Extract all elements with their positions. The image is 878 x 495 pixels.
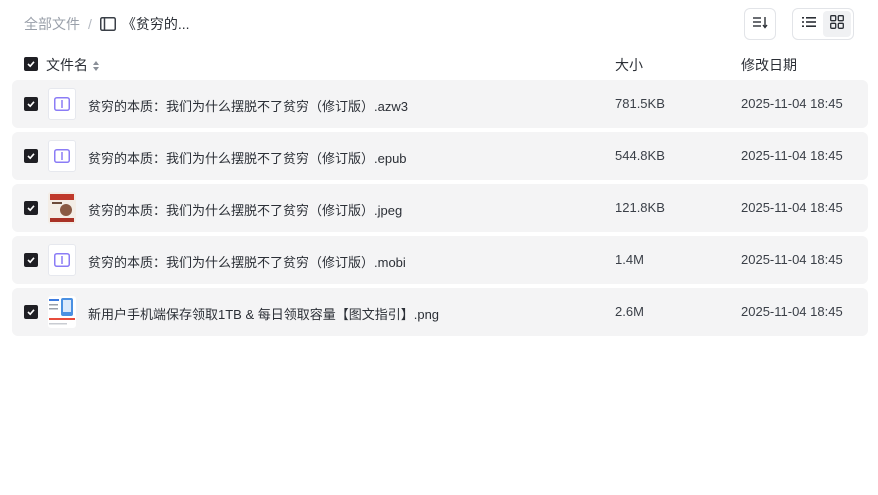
file-name[interactable]: 贫穷的本质：我们为什么摆脱不了贫穷（修订版）.mobi <box>88 252 406 271</box>
file-name[interactable]: 贫穷的本质：我们为什么摆脱不了贫穷（修订版）.epub <box>88 148 407 167</box>
file-size: 781.5KB <box>615 96 665 111</box>
breadcrumb-current: 《贫穷的... <box>121 16 190 32</box>
file-name[interactable]: 贫穷的本质：我们为什么摆脱不了贫穷（修订版）.azw3 <box>88 96 408 115</box>
list-view-icon <box>802 15 816 33</box>
select-all-checkbox[interactable] <box>24 57 38 71</box>
view-toggle <box>792 8 854 40</box>
sort-lines-icon <box>752 15 768 34</box>
file-name[interactable]: 新用户手机端保存领取1TB & 每日领取容量【图文指引】.png <box>88 304 439 323</box>
column-size-header[interactable]: 大小 <box>615 55 643 75</box>
breadcrumb-separator: / <box>88 16 92 32</box>
image-thumbnail <box>48 192 76 224</box>
table-row[interactable]: 贫穷的本质：我们为什么摆脱不了贫穷（修订版）.epub 544.8KB 2025… <box>12 132 868 180</box>
column-name-header[interactable]: 文件名 <box>46 55 100 75</box>
table-row[interactable]: 贫穷的本质：我们为什么摆脱不了贫穷（修订版）.azw3 781.5KB 2025… <box>12 80 868 128</box>
row-checkbox[interactable] <box>24 97 38 111</box>
sort-button[interactable] <box>744 8 776 40</box>
file-name[interactable]: 贫穷的本质：我们为什么摆脱不了贫穷（修订版）.jpeg <box>88 200 402 219</box>
breadcrumb: 全部文件 / 《贫穷的... <box>24 14 190 34</box>
file-date: 2025-11-04 18:45 <box>741 304 843 319</box>
book-icon <box>99 17 116 31</box>
table-row[interactable]: 新用户手机端保存领取1TB & 每日领取容量【图文指引】.png 2.6M 20… <box>12 288 868 336</box>
table-header: 文件名 大小 修改日期 <box>12 52 868 76</box>
file-size: 1.4M <box>615 252 644 267</box>
row-checkbox[interactable] <box>24 201 38 215</box>
table-row[interactable]: 贫穷的本质：我们为什么摆脱不了贫穷（修订版）.mobi 1.4M 2025-11… <box>12 236 868 284</box>
grid-view-button[interactable] <box>823 11 851 37</box>
table-row[interactable]: 贫穷的本质：我们为什么摆脱不了贫穷（修订版）.jpeg 121.8KB 2025… <box>12 184 868 232</box>
file-date: 2025-11-04 18:45 <box>741 200 843 215</box>
column-date-header[interactable]: 修改日期 <box>741 55 797 75</box>
file-size: 121.8KB <box>615 200 665 215</box>
row-checkbox[interactable] <box>24 305 38 319</box>
column-name-label: 文件名 <box>46 57 88 73</box>
ebook-file-icon <box>48 244 76 276</box>
ebook-file-icon <box>48 88 76 120</box>
breadcrumb-root[interactable]: 全部文件 <box>24 14 80 34</box>
image-thumbnail <box>48 296 76 328</box>
file-size: 2.6M <box>615 304 644 319</box>
top-bar: 全部文件 / 《贫穷的... <box>0 0 878 48</box>
list-view-button[interactable] <box>795 11 823 37</box>
sort-caret-icon <box>92 59 100 71</box>
file-size: 544.8KB <box>615 148 665 163</box>
file-date: 2025-11-04 18:45 <box>741 252 843 267</box>
file-date: 2025-11-04 18:45 <box>741 148 843 163</box>
row-checkbox[interactable] <box>24 149 38 163</box>
grid-view-icon <box>830 14 844 34</box>
file-date: 2025-11-04 18:45 <box>741 96 843 111</box>
row-checkbox[interactable] <box>24 253 38 267</box>
ebook-file-icon <box>48 140 76 172</box>
